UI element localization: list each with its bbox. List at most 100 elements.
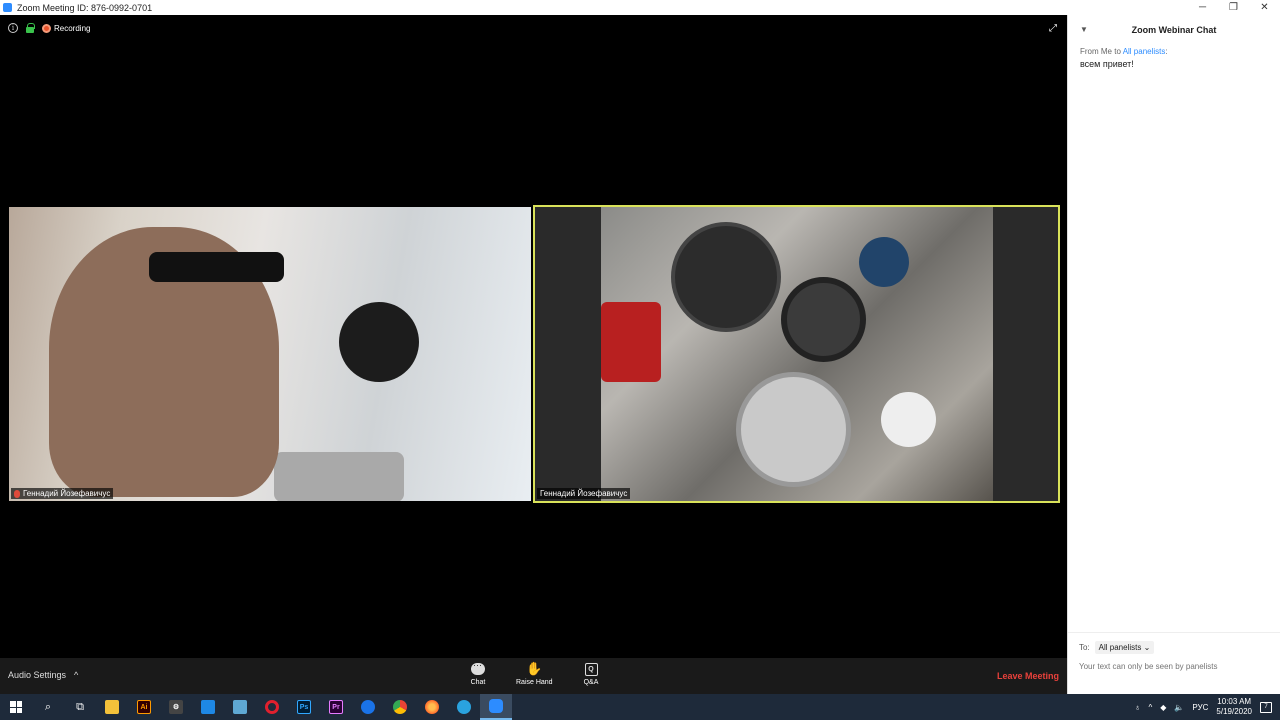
meeting-toolbar: Audio Settings ^ Chat ✋ Raise Hand Q Q&A…: [0, 658, 1067, 694]
raise-hand-label: Raise Hand: [516, 679, 553, 686]
task-view-icon: ⧉: [76, 700, 84, 713]
chat-button[interactable]: Chat: [470, 660, 486, 686]
participant-name-tag: Геннадий Йозефавичус: [537, 488, 631, 499]
window-app-icon: [201, 700, 215, 714]
taskbar-telegram[interactable]: [448, 694, 480, 720]
audio-settings-button[interactable]: Audio Settings ^: [8, 670, 78, 680]
chat-message-input[interactable]: [1079, 659, 1269, 673]
people-icon[interactable]: ♁: [1134, 703, 1140, 712]
windows-logo-icon: [10, 701, 22, 713]
recipient-dropdown[interactable]: All panelists ⌄: [1094, 641, 1155, 654]
notification-count: 7: [1264, 704, 1268, 710]
video-tile-participant-2[interactable]: Геннадий Йозефавичус: [533, 205, 1060, 503]
video-content: [859, 237, 909, 287]
zoom-app-icon: [3, 3, 12, 12]
clock[interactable]: 10:03 AM 5/19/2020: [1216, 697, 1252, 717]
system-tray: ♁ ^ ◆ 🔈 РУС 10:03 AM 5/19/2020 7: [1134, 694, 1280, 720]
clock-date: 5/19/2020: [1216, 707, 1252, 716]
video-content: [339, 302, 419, 382]
qa-button[interactable]: Q Q&A: [583, 661, 599, 686]
chat-message-text: всем привет!: [1080, 59, 1134, 69]
volume-icon[interactable]: 🔈: [1174, 703, 1184, 712]
participant-name: Геннадий Йозефавичус: [23, 489, 111, 498]
caret-up-icon[interactable]: ^: [74, 670, 78, 680]
recipient-value: All panelists: [1098, 643, 1142, 652]
premiere-icon: Pr: [329, 700, 343, 714]
qa-icon: Q: [584, 662, 598, 676]
window-title: Zoom Meeting ID: 876-0992-0701: [17, 2, 153, 13]
task-view-button[interactable]: ⧉: [64, 694, 96, 720]
zoom-icon: [489, 699, 503, 713]
search-icon: ⌕: [44, 700, 52, 713]
window-titlebar: Zoom Meeting ID: 876-0992-0701 ─ ❐ ✕: [0, 0, 1280, 15]
telegram-icon: [457, 700, 471, 714]
leave-meeting-button[interactable]: Leave Meeting: [997, 671, 1059, 681]
raise-hand-button[interactable]: ✋ Raise Hand: [516, 661, 553, 686]
info-icon[interactable]: i: [8, 23, 18, 33]
chevron-down-icon[interactable]: ▼: [1080, 25, 1088, 34]
search-button[interactable]: ⌕: [32, 694, 64, 720]
firefox-icon: [425, 700, 439, 714]
taskbar-app-blue[interactable]: [192, 694, 224, 720]
video-tile-participant-1[interactable]: Геннадий Йозефавичус: [9, 207, 531, 501]
taskbar-illustrator[interactable]: Ai: [128, 694, 160, 720]
taskbar-file-explorer[interactable]: [96, 694, 128, 720]
language-indicator[interactable]: РУС: [1192, 703, 1208, 712]
feather-icon: [233, 700, 247, 714]
lock-icon[interactable]: [26, 23, 35, 33]
meeting-area: i Recording ⤢ Геннадий Йозефавичус Генна…: [0, 15, 1067, 658]
opera-icon: [265, 700, 279, 714]
chat-icon: [471, 660, 485, 675]
recording-label: Recording: [54, 23, 91, 33]
chevron-down-icon: ⌄: [1143, 643, 1151, 652]
chat-panel: ▼ Zoom Webinar Chat From Me to All panel…: [1067, 15, 1280, 694]
mic-muted-icon: [14, 489, 20, 498]
video-content: [274, 452, 404, 501]
minimize-icon[interactable]: ─: [1187, 0, 1218, 15]
taskbar-firefox-dev[interactable]: [352, 694, 384, 720]
chat-message-meta: From Me to All panelists:: [1080, 47, 1168, 56]
taskbar-app-gear[interactable]: ⚙: [160, 694, 192, 720]
chat-title: Zoom Webinar Chat: [1131, 25, 1217, 35]
video-content: [601, 302, 661, 382]
video-content: [736, 372, 851, 487]
taskbar-zoom[interactable]: [480, 694, 512, 720]
chat-header: ▼ Zoom Webinar Chat: [1068, 15, 1280, 45]
chat-compose: To: All panelists ⌄: [1068, 632, 1280, 694]
raise-hand-icon: ✋: [526, 661, 543, 676]
video-content: [601, 207, 993, 501]
message-recipient[interactable]: All panelists: [1123, 47, 1166, 56]
gear-icon: ⚙: [169, 700, 183, 714]
record-icon: [42, 23, 51, 33]
notification-icon[interactable]: 7: [1260, 701, 1272, 713]
taskbar-app-feather[interactable]: [224, 694, 256, 720]
restore-icon[interactable]: ❐: [1218, 0, 1249, 15]
chrome-icon: [393, 700, 407, 714]
close-icon[interactable]: ✕: [1249, 0, 1280, 15]
video-content: [149, 252, 284, 282]
fullscreen-icon[interactable]: ⤢: [1049, 24, 1059, 34]
taskbar-firefox[interactable]: [416, 694, 448, 720]
taskbar-premiere[interactable]: Pr: [320, 694, 352, 720]
audio-settings-label: Audio Settings: [8, 670, 67, 680]
chat-button-label: Chat: [470, 679, 486, 686]
taskbar-opera[interactable]: [256, 694, 288, 720]
video-content: [671, 222, 781, 332]
participant-name: Геннадий Йозефавичус: [540, 489, 628, 498]
start-button[interactable]: [0, 694, 32, 720]
taskbar-chrome[interactable]: [384, 694, 416, 720]
chevron-up-icon[interactable]: ^: [1148, 703, 1152, 712]
to-label: To:: [1079, 643, 1090, 652]
message-recipient-suffix: :: [1165, 47, 1168, 56]
recording-indicator[interactable]: Recording: [42, 23, 91, 33]
taskbar-photoshop[interactable]: Ps: [288, 694, 320, 720]
message-sender: From Me to: [1080, 47, 1123, 56]
windows-taskbar: ⌕ ⧉ Ai ⚙ Ps Pr ♁ ^ ◆ 🔈 РУС 10:03 AM 5/19…: [0, 694, 1280, 720]
folder-icon: [105, 700, 119, 714]
qa-button-label: Q&A: [583, 679, 599, 686]
dropbox-icon[interactable]: ◆: [1160, 703, 1166, 712]
video-content: [881, 392, 936, 447]
illustrator-icon: Ai: [137, 700, 151, 714]
clock-time: 10:03 AM: [1217, 697, 1252, 706]
participant-name-tag: Геннадий Йозефавичус: [11, 488, 114, 499]
